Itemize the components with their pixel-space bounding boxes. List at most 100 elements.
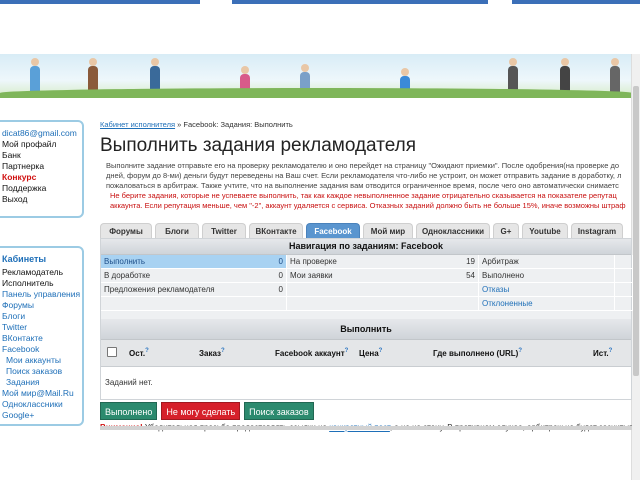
col-facebook-account: Facebook аккаунт? (275, 348, 359, 358)
tab-instagram[interactable]: Instagram (571, 223, 623, 238)
sidebar-item-twitter[interactable]: Twitter (2, 322, 82, 333)
nav-label: В доработке (104, 271, 151, 280)
sidebar-item-blogs[interactable]: Блоги (2, 311, 82, 322)
done-button[interactable]: Выполнено (100, 402, 158, 420)
col-label: Ост. (129, 348, 146, 358)
tab-blogs[interactable]: Блоги (155, 223, 199, 238)
tab-vkontakte[interactable]: ВКонтакте (249, 223, 303, 238)
nav-link-my-requests[interactable]: Мои заявки 54 (287, 269, 479, 283)
help-icon[interactable]: ? (379, 348, 383, 354)
col-label: Заказ (199, 348, 221, 358)
nav-link-do[interactable]: Выполнить 0 (101, 255, 287, 269)
cabinets-header: Кабинеты (2, 254, 47, 264)
help-icon[interactable]: ? (609, 348, 613, 354)
sidebar-item-control-panel[interactable]: Панель управления (2, 289, 82, 300)
sidebar-item-vkontakte[interactable]: ВКонтакте (2, 333, 82, 344)
tab-facebook[interactable]: Facebook (306, 223, 360, 238)
help-icon[interactable]: ? (221, 348, 225, 354)
nav-label: Предложения рекламодателя (104, 285, 215, 294)
tab-mymir[interactable]: Мой мир (363, 223, 413, 238)
sidebar-item-advertiser[interactable]: Рекламодатель (2, 267, 82, 278)
help-icon[interactable]: ? (518, 348, 522, 354)
cabinets-sidebar: Кабинеты Рекламодатель Исполнитель Панел… (0, 246, 84, 426)
sidebar-item-tasks[interactable]: Задания (2, 377, 82, 388)
sidebar-item-bank[interactable]: Банк (2, 150, 82, 161)
col-source: Ист.? (593, 348, 623, 358)
nav-label: Мои заявки (290, 271, 333, 280)
search-orders-button[interactable]: Поиск заказов (244, 402, 314, 420)
sidebar-item-support[interactable]: Поддержка (2, 183, 82, 194)
nav-count: 19 (466, 257, 475, 266)
sidebar-item-contest[interactable]: Конкурс (2, 172, 82, 183)
nav-empty-cell (615, 269, 633, 283)
sidebar-item-logout[interactable]: Выход (2, 194, 82, 205)
person-illustration (610, 58, 620, 94)
nav-empty-cell (615, 255, 633, 269)
nav-empty-cell (287, 283, 479, 297)
nav-link-refusals[interactable]: Отказы (479, 283, 615, 297)
col-label: Где выполнено (URL) (433, 348, 519, 358)
account-email[interactable]: dicat86@gmail.com (2, 128, 82, 139)
sidebar-item-facebook[interactable]: Facebook (2, 344, 82, 355)
nav-count: 0 (278, 285, 283, 294)
navigation-grid: Выполнить 0 На проверке 19 Арбитраж В дора… (101, 255, 633, 311)
sidebar-item-performer[interactable]: Исполнитель (2, 278, 82, 289)
col-url: Где выполнено (URL)? (433, 348, 593, 358)
navigation-panel: Навигация по заданиям: Facebook Выполнит… (100, 238, 633, 400)
sidebar-item-search-orders[interactable]: Поиск заказов (2, 366, 82, 377)
nav-count: 54 (466, 271, 475, 280)
nav-link-rejected[interactable]: Отклоненные (479, 297, 615, 311)
tab-googleplus[interactable]: G+ (493, 223, 519, 238)
tab-odnoklassniki[interactable]: Одноклассники (416, 223, 490, 238)
nav-count: 0 (278, 257, 283, 266)
nav-label: Выполнить (104, 257, 146, 266)
scrollbar-thumb[interactable] (633, 86, 639, 376)
col-remaining: Ост.? (129, 348, 199, 358)
sidebar-item-forums[interactable]: Форумы (2, 300, 82, 311)
warning-line: аккаунта. Если репутация меньше, чем "-2… (110, 201, 626, 210)
nav-link-arbitration[interactable]: Арбитраж (479, 255, 615, 269)
col-price: Цена? (359, 348, 433, 358)
nav-empty-cell (287, 297, 479, 311)
nav-count: 0 (278, 271, 283, 280)
description-line: пожаловаться в арбитраж. Также учтите, ч… (106, 181, 619, 190)
header-banner (0, 54, 632, 98)
navigation-panel-title: Навигация по заданиям: Facebook (101, 239, 631, 255)
sidebar-item-my-accounts[interactable]: Мои аккаунты (2, 355, 82, 366)
breadcrumb: Кабинет исполнителя » Facebook: Задания:… (100, 120, 632, 129)
nav-link-offers[interactable]: Предложения рекламодателя 0 (101, 283, 287, 297)
main-content: Кабинет исполнителя » Facebook: Задания:… (100, 120, 633, 432)
col-label: Цена (359, 348, 379, 358)
sidebar-item-mymir[interactable]: Мой мир@Mail.Ru (2, 388, 82, 399)
browser-top-strip (0, 0, 640, 6)
tab-twitter[interactable]: Twitter (202, 223, 246, 238)
nav-link-rework[interactable]: В доработке 0 (101, 269, 287, 283)
tasks-table-header: Ост.? Заказ? Facebook аккаунт? Цена? Где… (101, 340, 631, 367)
cant-do-button[interactable]: Не могу сделать (161, 402, 241, 420)
breadcrumb-home-link[interactable]: Кабинет исполнителя (100, 120, 175, 129)
horizontal-scrollbar[interactable] (100, 426, 632, 430)
nav-label: На проверке (290, 257, 337, 266)
nav-link-done[interactable]: Выполнено (479, 269, 615, 283)
nav-link-review[interactable]: На проверке 19 (287, 255, 479, 269)
tab-youtube[interactable]: Youtube (522, 223, 568, 238)
tasks-panel-title: Выполнить (101, 319, 631, 340)
tab-forums[interactable]: Форумы (100, 223, 152, 238)
network-tabs: Форумы Блоги Twitter ВКонтакте Facebook … (100, 223, 632, 238)
warning-line: Не берите задания, которые не успеваете … (110, 191, 617, 200)
sidebar-item-profile[interactable]: Мой профайл (2, 139, 82, 150)
description-line: дней, форум до 8-ми) деньги будут переве… (106, 171, 622, 180)
account-sidebar: dicat86@gmail.com Мой профайл Банк Партн… (0, 120, 84, 218)
sidebar-item-odnoklassniki[interactable]: Одноклассники (2, 399, 82, 410)
col-order: Заказ? (199, 348, 275, 358)
description-line: Выполните задание отправьте его на прове… (106, 161, 619, 170)
grass-ground (0, 88, 632, 98)
breadcrumb-current: Facebook: Задания: Выполнить (183, 120, 293, 129)
page-title: Выполнить задания рекламодателя (100, 135, 417, 156)
sidebar-item-googleplus[interactable]: Google+ (2, 410, 82, 421)
select-all-checkbox[interactable] (107, 347, 117, 357)
sidebar-item-partner[interactable]: Партнерка (2, 161, 82, 172)
help-icon[interactable]: ? (345, 348, 349, 354)
help-icon[interactable]: ? (145, 348, 149, 354)
action-buttons: Выполнено Не могу сделать Поиск заказов (100, 402, 632, 420)
